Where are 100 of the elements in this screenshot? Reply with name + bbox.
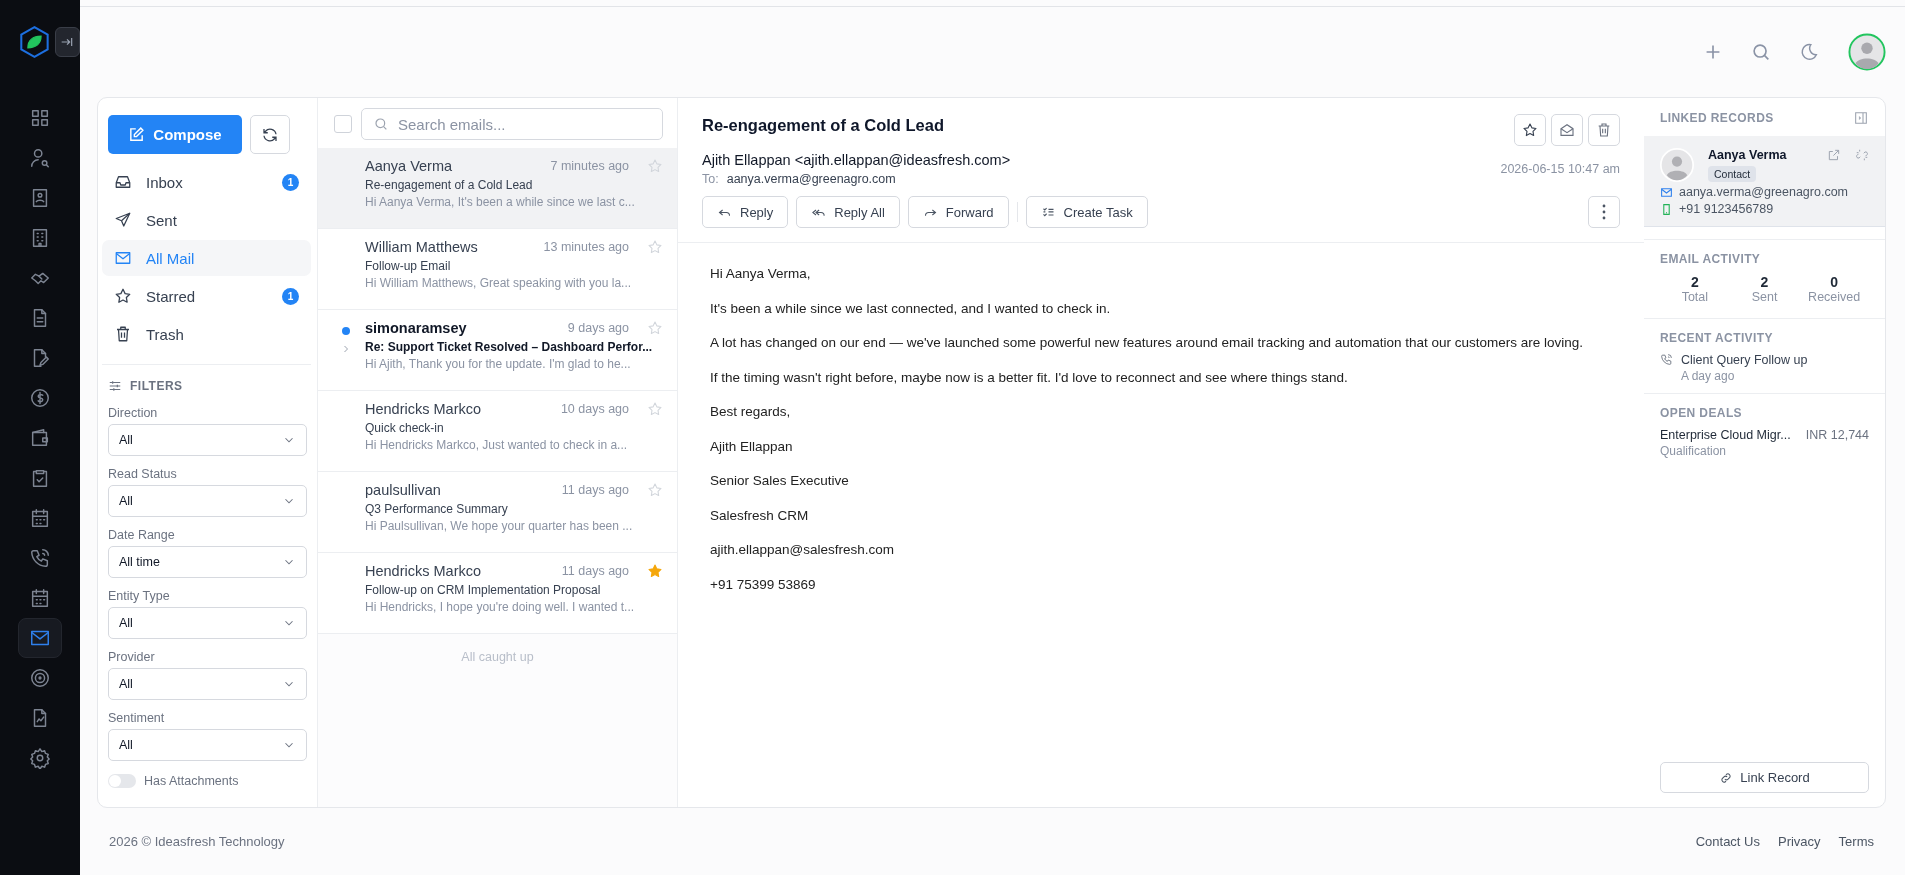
phone-icon — [29, 547, 51, 569]
star-icon[interactable] — [647, 158, 663, 174]
folder-item[interactable]: Trash — [102, 316, 311, 352]
email-subject: Re-engagement of a Cold Lead — [365, 178, 534, 192]
email-preview: Hi William Matthews, Great speaking with you la... — [365, 276, 633, 290]
email-preview: Hi Paulsullivan, We hope your quarter has been ... — [365, 519, 634, 533]
user-search-icon — [29, 147, 51, 169]
mark-read-button[interactable] — [1551, 114, 1583, 146]
email-body-line: It's been a while since we last connected, and I wanted to check in. — [710, 299, 1112, 318]
footer-link[interactable]: Privacy — [1778, 834, 1821, 849]
email-time: 13 minutes ago — [543, 240, 629, 254]
collapse-sidebar-button[interactable] — [54, 27, 80, 57]
calendar-icon — [29, 507, 51, 529]
toggle-switch[interactable] — [108, 774, 136, 788]
email-sender: Hendricks Markco — [365, 401, 483, 417]
sender-address: Ajith Ellappan <ajith.ellappan@ideasfresh.com> — [702, 152, 1011, 168]
mail-icon — [1660, 185, 1673, 199]
star-button[interactable] — [1514, 114, 1546, 146]
edit-icon — [128, 126, 146, 143]
external-link-icon[interactable] — [1827, 148, 1841, 162]
stat-value: 2 — [1690, 274, 1699, 290]
email-subject: Re: Support Ticket Resolved – Dashboard Perfor... — [365, 340, 654, 354]
trash-icon — [1596, 122, 1612, 138]
stat-label: Total — [1681, 290, 1709, 304]
star-icon[interactable] — [647, 401, 663, 417]
folder-item[interactable]: Sent — [102, 202, 311, 238]
email-body-line: A lot has changed on our end — we've launched some powerful new features around email tracking and automation that our customers are loving. — [710, 334, 1585, 352]
filter-label: Provider — [108, 650, 156, 664]
target-icon — [29, 667, 51, 689]
folder-item[interactable]: Inbox 1 — [102, 164, 311, 200]
search-icon[interactable] — [1750, 41, 1772, 63]
action-button[interactable]: Create Task — [1025, 196, 1148, 228]
open-envelope-icon — [1559, 122, 1575, 138]
email-body-line: Ajith Ellappan — [710, 437, 794, 456]
to-label: To: — [702, 172, 719, 186]
filter-label: Sentiment — [108, 711, 166, 725]
star-icon[interactable] — [647, 563, 663, 579]
email-body-line: ajith.ellappan@salesfresh.com — [710, 541, 896, 559]
compose-button[interactable]: Compose — [108, 115, 242, 154]
action-button[interactable]: Reply All — [796, 196, 900, 228]
user-avatar[interactable] — [1848, 33, 1886, 71]
email-time: 11 days ago — [561, 564, 629, 578]
nav-item[interactable] — [18, 618, 62, 658]
email-subject-heading: Re-engagement of a Cold Lead — [702, 115, 945, 135]
grid-icon — [29, 107, 51, 129]
link-icon — [1719, 770, 1734, 785]
contact-tag: Contact — [1708, 166, 1757, 182]
email-body-line: +91 75399 53869 — [710, 575, 817, 594]
email-preview: Hi Hendricks Markco, Just wanted to check in a... — [365, 438, 629, 452]
filter-select[interactable]: All — [108, 607, 307, 639]
section-heading: EMAIL ACTIVITY — [1660, 252, 1762, 266]
email-list-item[interactable]: Aanya Verma 7 minutes ago Re-engagement of a Cold Lead Hi Aanya Verma, It's been a while since we last c... — [318, 148, 677, 229]
activity-title: Client Query Follow up — [1681, 353, 1808, 367]
stat-label: Received — [1808, 290, 1861, 304]
filter-select[interactable]: All — [108, 485, 307, 517]
search-field[interactable]: Search emails... — [361, 108, 663, 140]
search-icon — [373, 116, 389, 132]
filter-select[interactable]: All — [108, 424, 307, 456]
email-time: 10 days ago — [560, 402, 629, 416]
section-heading: OPEN DEALS — [1660, 406, 1743, 420]
unread-count-badge: 1 — [282, 173, 299, 191]
refresh-button[interactable] — [250, 115, 290, 154]
star-icon — [1522, 122, 1538, 138]
recipient-address: aanya.verma@greenagro.com — [726, 172, 896, 186]
email-body-line: Hi Aanya Verma, — [710, 265, 812, 283]
filter-select[interactable]: All — [108, 729, 307, 761]
stat-value: 2 — [1760, 274, 1769, 290]
email-date: 2026-06-15 10:47 am — [1500, 162, 1620, 176]
filter-select[interactable]: All time — [108, 546, 307, 578]
star-icon[interactable] — [647, 320, 663, 336]
action-button[interactable]: Forward — [907, 196, 1009, 228]
action-button[interactable]: Reply — [702, 196, 789, 228]
copyright-text: 2026 © Ideasfresh Technology — [109, 834, 285, 849]
link-record-button[interactable]: Link Record — [1660, 762, 1869, 793]
star-icon[interactable] — [647, 239, 663, 255]
delete-button[interactable] — [1588, 114, 1620, 146]
collapse-panel-icon[interactable] — [1853, 110, 1869, 126]
unread-dot — [341, 327, 350, 335]
section-heading: RECENT ACTIVITY — [1660, 331, 1774, 345]
mail-icon — [114, 249, 132, 267]
stat-value: 0 — [1830, 274, 1839, 290]
email-body-line: Best regards, — [710, 403, 792, 421]
phone-icon — [1660, 353, 1673, 366]
settings-icon — [29, 747, 51, 769]
inbox-icon — [114, 173, 132, 191]
star-icon — [114, 287, 132, 305]
footer-link[interactable]: Terms — [1838, 834, 1874, 849]
email-preview: Hi Hendricks, I hope you're doing well. I wanted t... — [365, 600, 636, 614]
footer-link[interactable]: Contact Us — [1695, 834, 1760, 849]
folder-item[interactable]: Starred 1 — [102, 278, 311, 314]
send-icon — [114, 211, 132, 229]
filter-select[interactable]: All — [108, 668, 307, 700]
toggle-label: Has Attachments — [144, 774, 239, 788]
select-all-checkbox[interactable] — [334, 115, 352, 133]
contact-name: Aanya Verma — [1708, 148, 1787, 162]
email-time: 7 minutes ago — [550, 159, 629, 173]
deal-name[interactable]: Enterprise Cloud Migr... — [1660, 428, 1791, 442]
dollar-icon — [29, 387, 51, 409]
filter-label: Read Status — [108, 467, 178, 481]
star-icon[interactable] — [647, 482, 663, 498]
